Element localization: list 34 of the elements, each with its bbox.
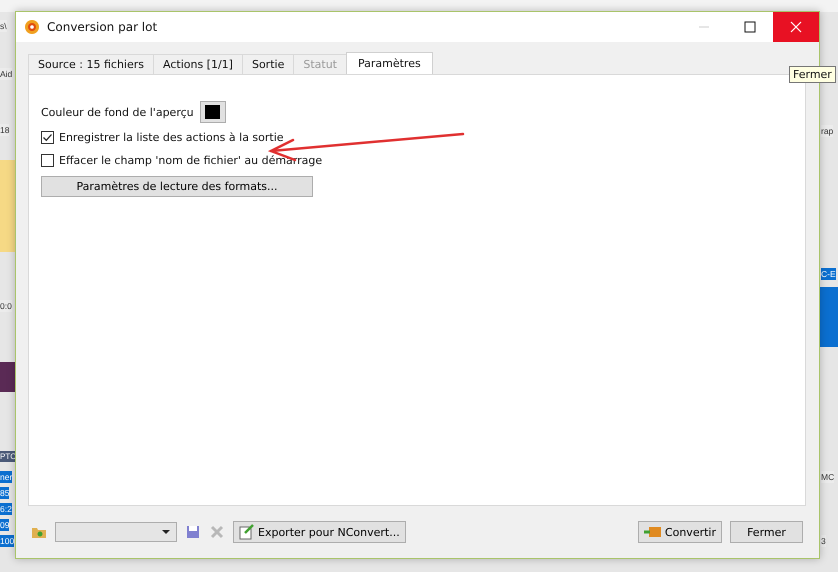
format-settings-button[interactable]: Paramètres de lecture des formats... xyxy=(41,176,313,197)
background-text: 3 xyxy=(821,535,826,547)
background-text: 0:0 xyxy=(0,300,12,312)
color-picker-button[interactable] xyxy=(200,101,226,123)
tab[interactable]: Paramètres xyxy=(346,52,433,75)
background-text: PTC xyxy=(0,451,16,462)
checkbox[interactable] xyxy=(41,154,54,167)
background-list xyxy=(820,287,838,347)
field-label: Couleur de fond de l'aperçu xyxy=(41,106,194,118)
close-button[interactable]: Fermer xyxy=(730,521,803,543)
checkbox-label[interactable]: Effacer le champ 'nom de fichier' au démarrage xyxy=(59,154,322,167)
convert-icon xyxy=(644,525,662,539)
app-logo-icon xyxy=(24,19,40,35)
background-text: 100 xyxy=(0,535,14,547)
save-icon[interactable] xyxy=(185,524,201,540)
background-text: rap xyxy=(821,125,834,137)
export-icon xyxy=(239,524,255,540)
window-title: Conversion par lot xyxy=(47,20,158,34)
checkbox[interactable] xyxy=(41,131,54,144)
background-text: MC xyxy=(821,471,834,483)
background-text: C-E xyxy=(821,268,836,280)
photo-placeholder xyxy=(0,362,15,392)
caret-icon xyxy=(162,530,170,534)
background-text: s\ xyxy=(0,20,7,32)
checkbox-label[interactable]: Enregistrer la liste des actions à la sortie xyxy=(59,131,284,144)
background-text: Aid xyxy=(0,68,12,80)
export-button[interactable]: Exporter pour NConvert... xyxy=(233,521,406,543)
background-text: 6:2 xyxy=(0,503,12,515)
close-icon[interactable] xyxy=(773,12,819,42)
tooltip: Fermer xyxy=(789,66,836,83)
tab[interactable]: Source : 15 fichiers xyxy=(28,54,154,74)
background-text: 09 xyxy=(0,519,10,531)
background-text: 18 xyxy=(0,124,10,136)
convert-button[interactable]: Convertir xyxy=(638,521,722,543)
